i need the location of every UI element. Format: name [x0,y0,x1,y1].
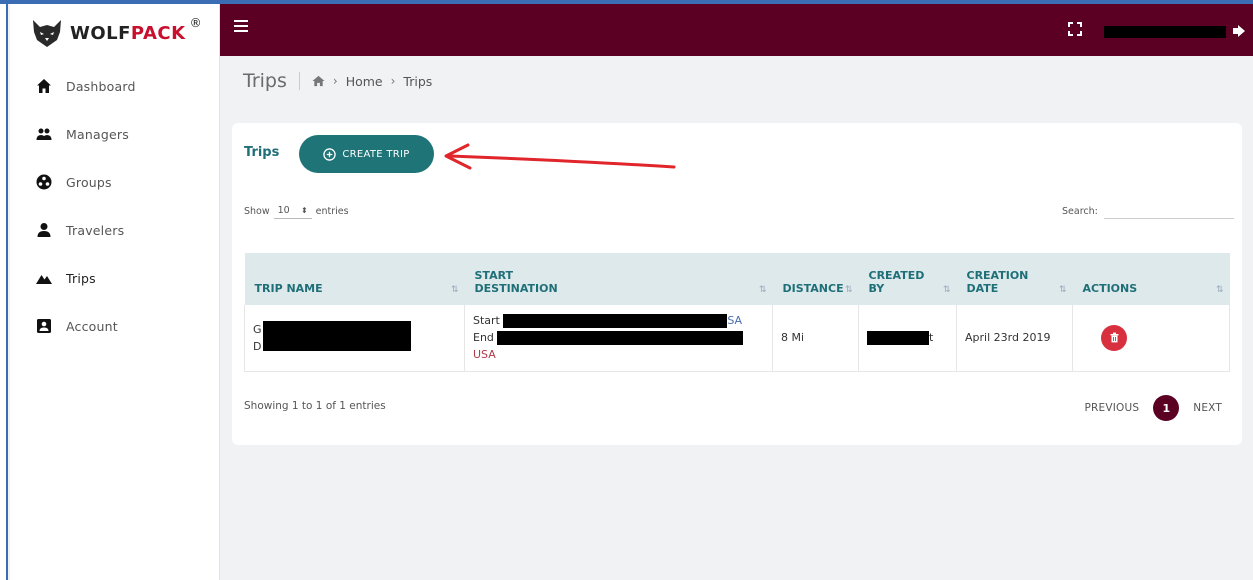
sort-updown-icon: ⬍ [300,206,308,215]
trips-card: Trips CREATE TRIP Show 10 ⬍ entries Sear… [232,123,1242,445]
next-page-button[interactable]: NEXT [1193,402,1222,414]
redacted-block [867,330,929,345]
entries-label: entries [315,205,349,217]
show-label: Show [244,205,270,217]
search-control: Search: [1062,203,1234,219]
sidebar-item-trips[interactable]: Trips [10,254,219,302]
sidebar-item-travelers[interactable]: Travelers [10,206,219,254]
cell-actions [1072,305,1230,372]
column-header-distance[interactable]: DISTANCE ⇅ [773,253,859,305]
user-name[interactable] [1104,26,1226,38]
screenshot-frame-left [0,0,8,580]
screenshot-frame-top [0,0,1253,4]
page-button-1[interactable]: 1 [1153,395,1180,421]
brand-name: WOLFPACK [70,22,186,44]
wolf-logo-icon [33,20,61,47]
sidebar: WOLFPACK ® Dashboard Managers Groups Tra… [10,4,220,580]
top-bar [220,4,1253,56]
pagination: PREVIOUS 1 NEXT [1085,395,1222,421]
groups-icon [36,174,52,190]
card-title: Trips [244,145,280,160]
cell-distance: 8 Mi [772,305,859,372]
sidebar-item-account[interactable]: Account [10,302,219,350]
sidebar-item-groups[interactable]: Groups [10,158,219,206]
column-header-start-destination[interactable]: START DESTINATION ⇅ [465,253,773,305]
table-header-row: TRIP NAME ⇅ START DESTINATION ⇅ DISTANCE ⇅ C… [244,253,1230,305]
table-info: Showing 1 to 1 of 1 entries [244,400,386,412]
create-trip-button[interactable]: CREATE TRIP [299,135,434,173]
column-header-creation-date[interactable]: CREATION DATE ⇅ [957,253,1073,305]
sort-icon: ⇅ [1058,285,1067,295]
sort-icon: ⇅ [450,285,459,295]
cell-start-destination: Start SA End USA [464,305,773,372]
sidebar-item-label: Managers [66,126,129,142]
delete-trip-button[interactable] [1101,324,1127,351]
redacted-block [497,331,744,346]
cell-creation-date: April 23rd 2019 [956,305,1073,372]
registered-mark: ® [189,16,202,30]
search-input[interactable] [1103,203,1234,219]
account-icon [37,319,51,333]
cell-trip-name: G D [244,305,465,372]
redacted-block [503,314,728,329]
logout-icon[interactable] [1232,24,1246,38]
plus-circle-icon [323,147,337,161]
sort-icon: ⇅ [942,285,951,295]
home-icon[interactable] [312,75,325,87]
annotation-arrow [444,143,676,170]
page-title: Trips [243,70,287,92]
sort-icon: ⇅ [1215,285,1224,295]
column-header-created-by[interactable]: CREATED BY ⇅ [859,253,957,305]
sidebar-item-managers[interactable]: Managers [10,110,219,158]
search-label: Search: [1062,205,1098,217]
users-icon [36,128,52,140]
mountain-icon [36,275,52,284]
sidebar-item-dashboard[interactable]: Dashboard [10,62,219,110]
fullscreen-icon[interactable] [1068,22,1082,36]
sidebar-item-label: Trips [66,270,96,286]
sort-icon: ⇅ [758,285,767,295]
create-trip-label: CREATE TRIP [342,148,410,160]
column-header-trip-name[interactable]: TRIP NAME ⇅ [245,253,465,305]
entries-select[interactable]: 10 ⬍ [273,203,312,219]
sidebar-item-label: Dashboard [66,78,136,94]
breadcrumb: Trips › Home › Trips [243,70,432,92]
user-icon [37,223,51,237]
sort-icon: ⇅ [844,285,853,295]
chevron-right-icon: › [332,74,338,88]
column-header-actions[interactable]: ACTIONS ⇅ [1073,253,1230,305]
breadcrumb-home-link[interactable]: Home [346,74,383,89]
trash-icon [1110,332,1118,343]
sidebar-item-label: Account [66,318,118,334]
redacted-block [263,321,411,351]
home-icon [37,79,51,93]
menu-toggle-icon[interactable] [234,20,248,34]
sidebar-item-label: Travelers [66,222,125,238]
previous-page-button[interactable]: PREVIOUS [1085,402,1140,414]
entries-value: 10 [277,205,290,216]
breadcrumb-divider [298,72,300,90]
breadcrumb-current: Trips [403,73,433,89]
cell-created-by: t [858,305,957,372]
trips-table: TRIP NAME ⇅ START DESTINATION ⇅ DISTANCE ⇅ C… [244,253,1230,372]
sidebar-item-label: Groups [66,174,112,190]
entries-length-control: Show 10 ⬍ entries [244,203,349,219]
brand-logo[interactable]: WOLFPACK ® [10,4,219,62]
table-row[interactable]: G D Start SA End USA 8 Mi t April 23rd 2… [244,305,1230,372]
chevron-right-icon: › [390,74,396,88]
